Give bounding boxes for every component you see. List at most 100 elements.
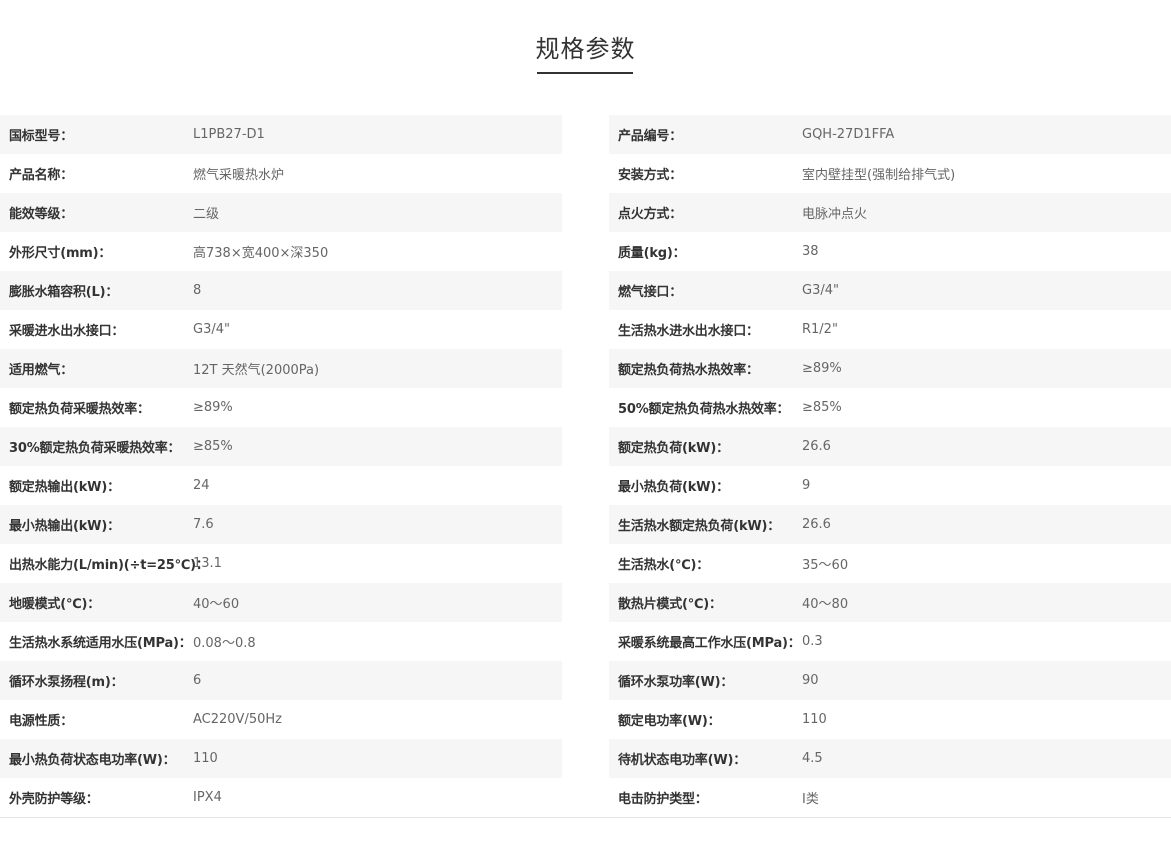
specs-column-left: 国标型号： L1PB27-D1 产品名称： 燃气采暖热水炉 能效等级： 二级 外形尺寸… [0, 115, 562, 817]
spec-row: 生活热水额定热负荷(kW)： 26.6 [609, 505, 1171, 544]
spec-value: 13.1 [193, 556, 222, 571]
spec-label: 最小热输出(kW)： [9, 519, 120, 534]
spec-value: 电脉冲点火 [802, 207, 868, 222]
spec-label: 适用燃气： [9, 363, 74, 378]
spec-label: 50%额定热负荷热水热效率： [618, 402, 790, 417]
spec-value: 室内壁挂型(强制给排气式) [802, 168, 956, 183]
spec-value: 12T 天然气(2000Pa) [193, 363, 320, 378]
spec-value: 26.6 [802, 517, 831, 532]
spec-row: 额定热负荷热水热效率： ≥89% [609, 349, 1171, 388]
spec-label: 生活热水额定热负荷(kW)： [618, 519, 781, 534]
spec-label: 出热水能力(L/min)(÷t=25℃)： [9, 558, 209, 573]
spec-row: 生活热水进水出水接口： R1/2" [609, 310, 1171, 349]
spec-value: 110 [802, 712, 827, 727]
spec-value: ≥85% [193, 439, 233, 454]
spec-value: 燃气采暖热水炉 [193, 168, 285, 183]
spec-label: 燃气接口： [618, 285, 683, 300]
spec-value: ≥89% [193, 400, 233, 415]
spec-label: 额定热负荷热水热效率： [618, 363, 759, 378]
spec-row: 外壳防护等级： IPX4 [0, 778, 562, 817]
spec-row: 能效等级： 二级 [0, 193, 562, 232]
spec-row: 适用燃气： 12T 天然气(2000Pa) [0, 349, 562, 388]
spec-row: 30%额定热负荷采暖热效率： ≥85% [0, 427, 562, 466]
spec-value: G3/4" [193, 322, 230, 337]
spec-value: 8 [193, 283, 202, 298]
spec-value: IPX4 [193, 790, 222, 805]
spec-value: I类 [802, 792, 819, 807]
spec-label: 生活热水(℃)： [618, 558, 710, 573]
spec-row: 循环水泵扬程(m)： 6 [0, 661, 562, 700]
spec-value: 4.5 [802, 751, 823, 766]
spec-label: 电源性质： [9, 714, 74, 729]
spec-label: 额定热负荷采暖热效率： [9, 402, 150, 417]
specs-column-right: 产品编号： GQH-27D1FFA 安装方式： 室内壁挂型(强制给排气式) 点火方式… [609, 115, 1171, 817]
spec-label: 待机状态电功率(W)： [618, 753, 747, 768]
spec-label: 最小热负荷(kW)： [618, 480, 729, 495]
spec-row: 安装方式： 室内壁挂型(强制给排气式) [609, 154, 1171, 193]
specs-table: 国标型号： L1PB27-D1 产品名称： 燃气采暖热水炉 能效等级： 二级 外形尺寸… [0, 115, 1171, 815]
spec-value: 6 [193, 673, 202, 688]
spec-label: 采暖进水出水接口： [9, 324, 125, 339]
spec-row: 最小热负荷(kW)： 9 [609, 466, 1171, 505]
spec-label: 地暖模式(℃)： [9, 597, 101, 612]
spec-value: 二级 [193, 207, 220, 222]
spec-value: R1/2" [802, 322, 838, 337]
page-title: 规格参数 [535, 35, 636, 63]
spec-value: AC220V/50Hz [193, 712, 282, 727]
spec-label: 额定电功率(W)： [618, 714, 721, 729]
spec-value: ≥89% [802, 361, 842, 376]
spec-row: 出热水能力(L/min)(÷t=25℃)： 13.1 [0, 544, 562, 583]
spec-value: L1PB27-D1 [193, 127, 265, 142]
spec-value: 40～80 [802, 597, 849, 612]
spec-label: 循环水泵功率(W)： [618, 675, 734, 690]
spec-row: 50%额定热负荷热水热效率： ≥85% [609, 388, 1171, 427]
spec-row: 额定电功率(W)： 110 [609, 700, 1171, 739]
spec-row: 采暖进水出水接口： G3/4" [0, 310, 562, 349]
spec-row: 散热片模式(℃)： 40～80 [609, 583, 1171, 622]
spec-row: 生活热水(℃)： 35～60 [609, 544, 1171, 583]
spec-row: 生活热水系统适用水压(MPa)： 0.08～0.8 [0, 622, 562, 661]
spec-row: 额定热负荷(kW)： 26.6 [609, 427, 1171, 466]
spec-value: 高738×宽400×深350 [193, 246, 329, 261]
spec-value: ≥85% [802, 400, 842, 415]
spec-row: 采暖系统最高工作水压(MPa)： 0.3 [609, 622, 1171, 661]
spec-row: 膨胀水箱容积(L)： 8 [0, 271, 562, 310]
spec-value: 110 [193, 751, 218, 766]
spec-label: 采暖系统最高工作水压(MPa)： [618, 636, 801, 651]
spec-row: 循环水泵功率(W)： 90 [609, 661, 1171, 700]
spec-label: 安装方式： [618, 168, 683, 183]
spec-row: 燃气接口： G3/4" [609, 271, 1171, 310]
spec-row: 额定热输出(kW)： 24 [0, 466, 562, 505]
spec-label: 膨胀水箱容积(L)： [9, 285, 119, 300]
spec-label: 电击防护类型： [618, 792, 708, 807]
spec-label: 循环水泵扬程(m)： [9, 675, 124, 690]
spec-label: 生活热水进水出水接口： [618, 324, 759, 339]
spec-value: 24 [193, 478, 210, 493]
spec-row: 外形尺寸(mm)： 高738×宽400×深350 [0, 232, 562, 271]
spec-value: 90 [802, 673, 819, 688]
spec-row: 国标型号： L1PB27-D1 [0, 115, 562, 154]
spec-label: 30%额定热负荷采暖热效率： [9, 441, 181, 456]
spec-label: 生活热水系统适用水压(MPa)： [9, 636, 192, 651]
spec-label: 国标型号： [9, 129, 74, 144]
spec-value: 0.08～0.8 [193, 636, 256, 651]
spec-value: 40～60 [193, 597, 240, 612]
spec-value: 26.6 [802, 439, 831, 454]
spec-label: 产品名称： [9, 168, 74, 183]
spec-value: G3/4" [802, 283, 839, 298]
spec-row: 最小热输出(kW)： 7.6 [0, 505, 562, 544]
spec-row: 最小热负荷状态电功率(W)： 110 [0, 739, 562, 778]
spec-label: 外壳防护等级： [9, 792, 99, 807]
spec-row: 产品编号： GQH-27D1FFA [609, 115, 1171, 154]
spec-row: 点火方式： 电脉冲点火 [609, 193, 1171, 232]
spec-row: 电击防护类型： I类 [609, 778, 1171, 817]
title-underline [537, 72, 633, 74]
spec-label: 额定热输出(kW)： [9, 480, 120, 495]
spec-label: 外形尺寸(mm)： [9, 246, 112, 261]
spec-label: 能效等级： [9, 207, 74, 222]
spec-row: 地暖模式(℃)： 40～60 [0, 583, 562, 622]
spec-row: 待机状态电功率(W)： 4.5 [609, 739, 1171, 778]
spec-row: 产品名称： 燃气采暖热水炉 [0, 154, 562, 193]
spec-row: 额定热负荷采暖热效率： ≥89% [0, 388, 562, 427]
spec-row: 电源性质： AC220V/50Hz [0, 700, 562, 739]
